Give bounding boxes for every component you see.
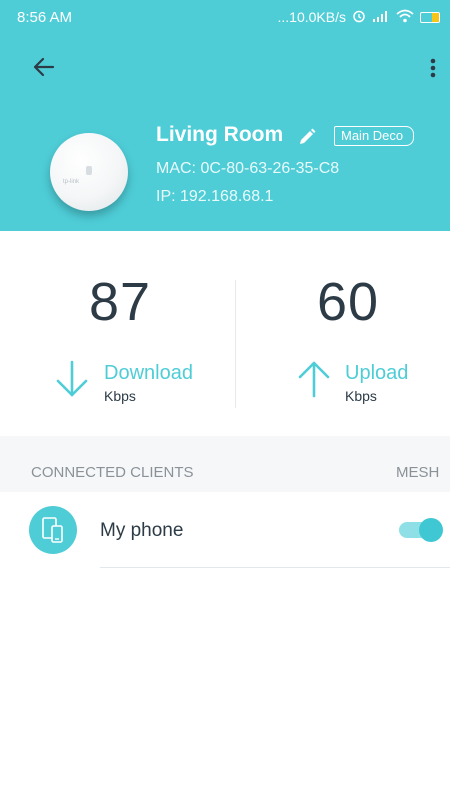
upload-speed-value: 60 <box>317 272 380 332</box>
main-deco-badge: Main Deco <box>334 126 415 146</box>
signal-icon <box>372 9 390 25</box>
arrow-left-icon[interactable] <box>31 54 57 80</box>
row-divider <box>100 567 450 568</box>
client-row[interactable]: My phone <box>0 492 450 568</box>
alarm-icon <box>352 9 366 26</box>
connected-clients-title: CONNECTED CLIENTS <box>31 464 194 481</box>
device-icon <box>42 517 63 543</box>
toggle-knob <box>419 518 443 542</box>
connected-clients-header: CONNECTED CLIENTS MESH <box>0 436 450 492</box>
device-logo: tp-link <box>63 179 80 185</box>
network-speed: ...10.0KB/s <box>277 9 346 25</box>
client-avatar <box>29 506 77 554</box>
status-bar: 8:56 AM ...10.0KB/s <box>0 0 450 34</box>
upload-label: Upload <box>345 362 409 384</box>
more-vertical-icon[interactable] <box>425 54 441 82</box>
arrow-down-icon <box>56 360 88 397</box>
deco-device-image: tp-link <box>50 133 128 211</box>
mesh-toggle[interactable] <box>399 518 443 542</box>
device-ip: IP: 192.168.68.1 <box>156 188 274 205</box>
battery-icon <box>420 11 440 23</box>
device-mac: MAC: 0C-80-63-26-35-C8 <box>156 160 340 177</box>
status-indicators: ...10.0KB/s <box>278 9 440 26</box>
arrow-up-icon <box>298 361 330 398</box>
wifi-icon <box>396 9 414 26</box>
speed-stats: 87 Download Kbps 60 Upload Kbps <box>0 231 450 436</box>
device-led <box>86 166 92 175</box>
device-name: Living Room <box>156 123 284 146</box>
mesh-column-title: MESH <box>396 464 440 481</box>
stats-divider <box>235 280 236 408</box>
edit-pencil-icon[interactable] <box>297 127 317 147</box>
status-time: 8:56 AM <box>17 8 73 26</box>
device-header: tp-link Living Room Main Deco MAC: 0C-80… <box>0 34 450 231</box>
download-speed-value: 87 <box>89 272 152 332</box>
upload-unit: Kbps <box>345 388 377 404</box>
client-name: My phone <box>100 520 184 541</box>
download-unit: Kbps <box>104 388 136 404</box>
download-label: Download <box>104 362 193 384</box>
